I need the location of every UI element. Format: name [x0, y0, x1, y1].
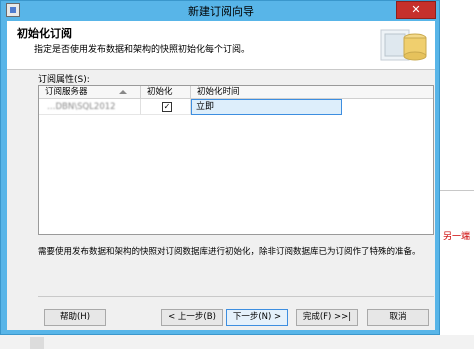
- page-title: 初始化订阅: [17, 27, 72, 40]
- background-divider: [440, 190, 474, 191]
- subscription-properties-label: 订阅属性(S):: [38, 75, 90, 85]
- window-title: 新建订阅向导: [188, 5, 254, 18]
- footer-separator: [38, 296, 434, 297]
- database-graphic-icon: [380, 29, 427, 61]
- column-header-initialize[interactable]: 初始化: [141, 86, 191, 99]
- next-button[interactable]: 下一步(N) >: [226, 309, 288, 326]
- column-header-subscriber[interactable]: 订阅服务器: [39, 86, 141, 99]
- help-button[interactable]: 帮助(H): [44, 309, 106, 326]
- background-bottom-mark: [30, 337, 44, 349]
- column-header-label: 初始化: [147, 87, 173, 97]
- wizard-header: 初始化订阅 指定是否使用发布数据和架构的快照初始化每个订阅。: [7, 21, 435, 69]
- cell-subscriber[interactable]: …DBN\SQL2012: [39, 99, 141, 115]
- cancel-button[interactable]: 取消: [367, 309, 429, 326]
- title-bar[interactable]: 新建订阅向导 ✕: [1, 1, 441, 21]
- sort-arrow-icon: [119, 90, 127, 94]
- column-header-label: 初始化时间: [197, 87, 240, 97]
- cell-initialize[interactable]: ✓: [141, 99, 191, 115]
- background-panel: [440, 0, 474, 349]
- initialize-checkbox[interactable]: ✓: [162, 102, 172, 112]
- subscription-grid[interactable]: 订阅服务器 初始化 初始化时间 …DBN\SQL2012 ✓ 立即: [38, 85, 434, 235]
- close-button[interactable]: ✕: [396, 1, 436, 19]
- background-text: 另一端: [443, 232, 471, 242]
- subscriber-name: …DBN\SQL2012: [47, 102, 116, 112]
- page-subtitle: 指定是否使用发布数据和架构的快照初始化每个订阅。: [34, 45, 251, 55]
- info-note: 需要使用发布数据和架构的快照对订阅数据库进行初始化，除非订阅数据库已为订阅作了特…: [38, 247, 421, 257]
- finish-button[interactable]: 完成(F) >>|: [296, 309, 358, 326]
- cell-init-time[interactable]: 立即: [191, 99, 342, 115]
- column-header-init-time[interactable]: 初始化时间: [191, 86, 433, 99]
- background-bottom-strip: [0, 335, 474, 349]
- previous-button[interactable]: < 上一步(B): [161, 309, 223, 326]
- column-header-label: 订阅服务器: [45, 87, 88, 97]
